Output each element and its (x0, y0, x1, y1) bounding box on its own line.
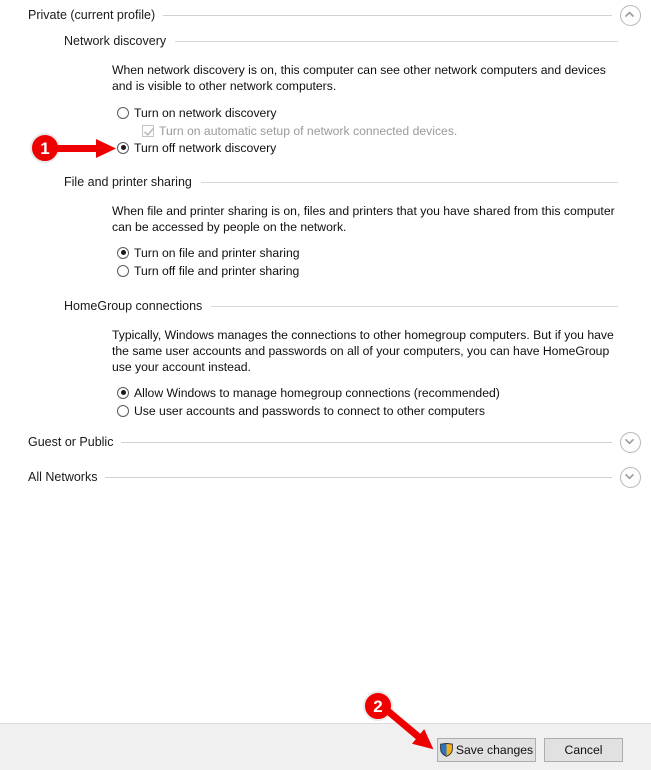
checkbox-turn-on-automatic-setup (142, 124, 154, 137)
profile-header-guest-or-public[interactable]: Guest or Public (28, 431, 641, 453)
option-label: Turn on network discovery (134, 105, 277, 120)
section-label-network-discovery: Network discovery (64, 34, 167, 48)
arrow-right-icon (56, 139, 116, 158)
option-label: Turn off file and printer sharing (134, 263, 300, 278)
divider-rule (163, 14, 612, 16)
radio-turn-on-network-discovery[interactable] (117, 106, 129, 119)
profile-label-private: Private (current profile) (28, 8, 156, 22)
profile-header-private[interactable]: Private (current profile) (28, 4, 641, 26)
cancel-button[interactable]: Cancel (544, 738, 623, 762)
section-label-file-and-printer-sharing: File and printer sharing (64, 175, 192, 189)
cancel-label: Cancel (564, 743, 603, 757)
option-label: Allow Windows to manage homegroup connec… (134, 385, 500, 400)
radio-use-user-accounts-and-passwords[interactable] (117, 404, 129, 417)
divider-rule (105, 476, 612, 478)
annotation-badge-1-label: 1 (40, 138, 50, 158)
section-header-file-and-printer-sharing: File and printer sharing (64, 172, 618, 192)
radio-turn-on-file-and-printer-sharing[interactable] (117, 246, 129, 259)
section-label-homegroup-connections: HomeGroup connections (64, 299, 203, 313)
option-allow-windows-to-manage[interactable]: Allow Windows to manage homegroup connec… (117, 384, 500, 401)
option-turn-off-network-discovery[interactable]: Turn off network discovery (117, 139, 276, 156)
save-changes-label: Save changes (455, 743, 534, 757)
option-label: Turn on file and printer sharing (134, 245, 300, 260)
radio-turn-off-file-and-printer-sharing[interactable] (117, 264, 129, 277)
option-turn-on-network-discovery[interactable]: Turn on network discovery (117, 104, 276, 121)
divider-rule (175, 40, 618, 42)
radio-allow-windows-to-manage[interactable] (117, 386, 129, 399)
option-label: Turn on automatic setup of network conne… (159, 123, 458, 138)
option-turn-on-file-and-printer-sharing[interactable]: Turn on file and printer sharing (117, 244, 300, 261)
option-label: Use user accounts and passwords to conne… (134, 403, 485, 418)
profile-label-guest-or-public: Guest or Public (28, 435, 114, 449)
chevron-down-icon[interactable] (620, 466, 641, 488)
divider-rule (211, 305, 618, 307)
divider-rule (121, 441, 612, 443)
section-header-homegroup-connections: HomeGroup connections (64, 296, 618, 316)
advanced-sharing-settings-scroll-area[interactable]: Private (current profile) Network discov… (0, 0, 651, 723)
chevron-down-icon[interactable] (620, 431, 641, 453)
option-use-user-accounts-and-passwords[interactable]: Use user accounts and passwords to conne… (117, 402, 485, 419)
profile-header-all-networks[interactable]: All Networks (28, 466, 641, 488)
chevron-up-icon[interactable] (620, 4, 641, 26)
option-turn-on-automatic-setup: Turn on automatic setup of network conne… (142, 122, 457, 139)
radio-turn-off-network-discovery[interactable] (117, 141, 129, 154)
divider-rule (200, 181, 618, 183)
section-description-file-and-printer-sharing: When file and printer sharing is on, fil… (112, 204, 615, 234)
arrow-down-right-icon (383, 706, 434, 750)
section-description-homegroup-connections: Typically, Windows manages the connectio… (112, 328, 614, 374)
section-header-network-discovery: Network discovery (64, 31, 618, 51)
option-label: Turn off network discovery (134, 140, 277, 155)
annotation-badge-2-label: 2 (373, 696, 383, 716)
option-turn-off-file-and-printer-sharing[interactable]: Turn off file and printer sharing (117, 262, 299, 279)
profile-label-all-networks: All Networks (28, 470, 98, 484)
section-description-network-discovery: When network discovery is on, this compu… (112, 63, 606, 93)
